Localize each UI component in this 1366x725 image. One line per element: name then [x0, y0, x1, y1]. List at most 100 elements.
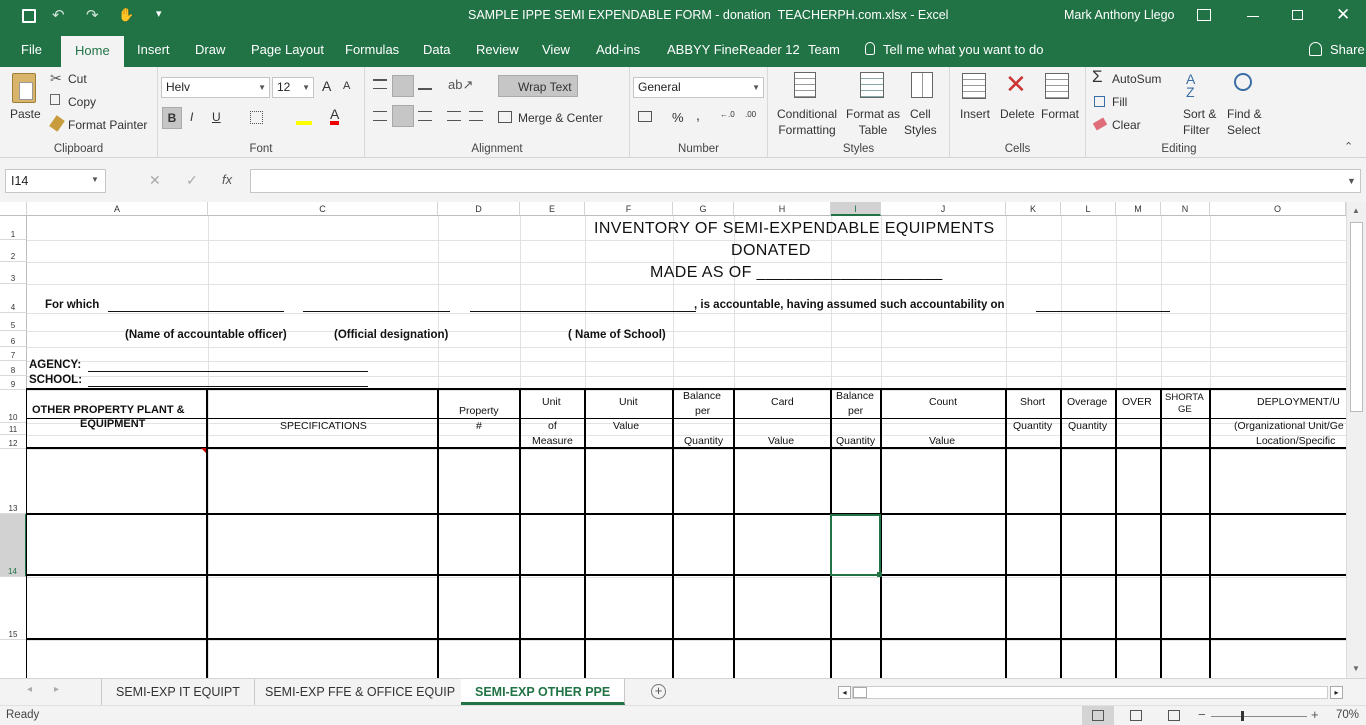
conditional-formatting-button[interactable]: Conditional Formatting: [777, 106, 837, 138]
format-cells-button[interactable]: Format: [1041, 107, 1079, 121]
column-header[interactable]: H: [734, 202, 831, 216]
row-header[interactable]: 9: [0, 376, 27, 390]
row-header[interactable]: 1: [0, 216, 27, 240]
merge-center-icon[interactable]: [498, 111, 512, 123]
tab-draw[interactable]: Draw: [195, 32, 225, 67]
zoom-slider[interactable]: [1211, 716, 1307, 717]
zoom-level[interactable]: 70%: [1336, 709, 1359, 721]
borders-icon[interactable]: [250, 111, 263, 124]
row-header[interactable]: 7: [0, 347, 27, 361]
page-layout-view-icon[interactable]: [1130, 710, 1142, 721]
accounting-format-icon[interactable]: [638, 111, 652, 122]
grow-font-button[interactable]: A: [322, 78, 331, 94]
row-header[interactable]: 6: [0, 331, 27, 347]
autosum-button[interactable]: AutoSum: [1112, 72, 1161, 86]
selected-cell-I14[interactable]: [830, 514, 881, 576]
next-sheet-icon[interactable]: ▸: [54, 684, 59, 695]
tab-home[interactable]: Home: [61, 36, 124, 67]
column-header[interactable]: C: [208, 202, 438, 216]
delete-cells-icon[interactable]: ✕: [1005, 71, 1027, 97]
sheet-tab-other-ppe[interactable]: SEMI-EXP OTHER PPE: [461, 679, 626, 705]
middle-align-icon[interactable]: [392, 75, 414, 97]
column-header[interactable]: D: [438, 202, 520, 216]
clear-icon[interactable]: [1092, 117, 1108, 131]
tab-file[interactable]: File: [21, 32, 42, 67]
fill-color-icon[interactable]: [296, 109, 312, 125]
align-center-icon[interactable]: [392, 105, 414, 127]
row-header[interactable]: 2: [0, 240, 27, 262]
name-box-dropdown-icon[interactable]: ▼: [91, 175, 99, 184]
ribbon-display-options-icon[interactable]: [1197, 9, 1211, 21]
touch-mode-icon[interactable]: ✋: [118, 7, 134, 23]
underline-button[interactable]: U: [212, 110, 221, 124]
column-header[interactable]: G: [673, 202, 734, 216]
tab-formulas[interactable]: Formulas: [345, 32, 399, 67]
insert-cells-button[interactable]: Insert: [960, 107, 990, 121]
format-cells-icon[interactable]: [1045, 73, 1069, 99]
collapse-ribbon-icon[interactable]: ⌃: [1344, 140, 1353, 153]
align-left-icon[interactable]: [373, 111, 387, 121]
cut-button[interactable]: Cut: [68, 72, 87, 86]
tab-page-layout[interactable]: Page Layout: [251, 32, 324, 67]
paste-icon[interactable]: [12, 73, 36, 103]
font-size-combo[interactable]: 12 ▼: [272, 77, 314, 98]
insert-cells-icon[interactable]: [962, 73, 986, 99]
save-icon[interactable]: [22, 9, 36, 23]
restore-icon[interactable]: [1292, 10, 1303, 20]
format-as-table-icon[interactable]: [860, 72, 884, 98]
tab-team[interactable]: Team: [808, 32, 840, 67]
row-header[interactable]: 11: [0, 423, 27, 435]
conditional-formatting-icon[interactable]: [794, 72, 816, 98]
row-header[interactable]: 15: [0, 577, 27, 640]
copy-icon[interactable]: [50, 94, 60, 105]
column-header[interactable]: N: [1161, 202, 1210, 216]
close-icon[interactable]: ✕: [1336, 5, 1350, 25]
increase-decimal-button[interactable]: ←.0: [720, 110, 735, 119]
row-header[interactable]: 5: [0, 313, 27, 331]
tab-review[interactable]: Review: [476, 32, 519, 67]
add-sheet-icon[interactable]: +: [651, 684, 666, 699]
fill-handle[interactable]: [877, 572, 882, 577]
decrease-indent-icon[interactable]: [447, 111, 461, 121]
prev-sheet-icon[interactable]: ◂: [27, 684, 32, 695]
enter-icon[interactable]: ✓: [186, 172, 198, 189]
sheet-tab-it-equip[interactable]: SEMI-EXP IT EQUIPT: [101, 679, 255, 705]
sort-filter-icon[interactable]: AZ: [1186, 72, 1195, 99]
row-header[interactable]: 4: [0, 284, 27, 313]
hscroll-right-icon[interactable]: ▸: [1330, 686, 1343, 699]
undo-icon[interactable]: ↶: [52, 6, 65, 24]
paste-button[interactable]: Paste: [10, 107, 41, 121]
page-break-view-icon[interactable]: [1168, 710, 1180, 721]
bottom-align-icon[interactable]: [418, 80, 432, 90]
redo-icon[interactable]: ↷: [86, 6, 99, 24]
percent-button[interactable]: %: [672, 110, 684, 125]
column-header[interactable]: K: [1006, 202, 1061, 216]
hscroll-thumb[interactable]: [853, 687, 867, 698]
sort-filter-button[interactable]: Sort & Filter: [1183, 106, 1216, 138]
column-header[interactable]: F: [585, 202, 673, 216]
column-header[interactable]: I: [831, 202, 881, 216]
cut-icon[interactable]: ✂: [50, 70, 62, 87]
align-right-icon[interactable]: [418, 111, 432, 121]
format-as-table-button[interactable]: Format as Table: [846, 106, 900, 138]
cell-styles-icon[interactable]: [911, 72, 933, 98]
column-header[interactable]: O: [1210, 202, 1346, 216]
autosum-icon[interactable]: Σ: [1092, 67, 1103, 87]
formula-input[interactable]: [250, 169, 1361, 193]
clear-button[interactable]: Clear: [1112, 118, 1141, 132]
vertical-scrollbar[interactable]: ▲ ▼: [1346, 202, 1366, 678]
shrink-font-button[interactable]: A: [343, 80, 350, 92]
column-header[interactable]: E: [520, 202, 585, 216]
insert-function-button[interactable]: fx: [222, 172, 232, 187]
cell-styles-button[interactable]: Cell Styles: [904, 106, 937, 138]
font-color-icon[interactable]: A: [330, 107, 340, 125]
zoom-out-icon[interactable]: −: [1198, 707, 1206, 722]
scroll-thumb[interactable]: [1350, 222, 1363, 412]
top-align-icon[interactable]: [373, 79, 387, 89]
italic-button[interactable]: I: [190, 110, 193, 124]
fill-icon[interactable]: [1094, 96, 1105, 107]
wrap-text-button[interactable]: Wrap Text: [518, 80, 572, 94]
cancel-icon[interactable]: ✕: [149, 172, 161, 189]
copy-button[interactable]: Copy: [68, 95, 96, 109]
hscroll-left-icon[interactable]: ◂: [838, 686, 851, 699]
